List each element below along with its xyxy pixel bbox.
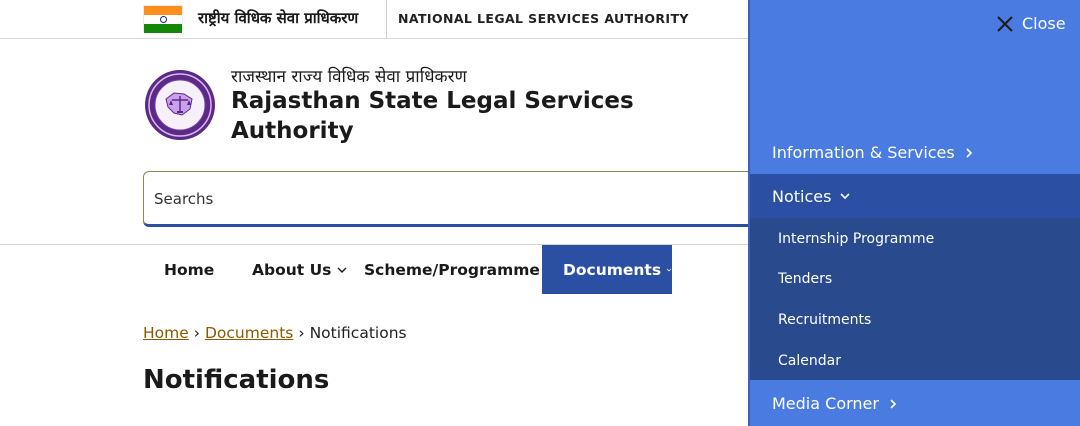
side-menu-panel: Close Information & Services Notices Int… — [748, 0, 1080, 426]
divider — [386, 0, 387, 39]
chevron-right-icon — [966, 147, 972, 158]
breadcrumb-documents-link[interactable]: Documents — [205, 324, 293, 342]
submenu-item-tenders[interactable]: Tenders — [750, 258, 1080, 299]
rslsa-seal-icon[interactable] — [144, 69, 216, 141]
close-button[interactable]: Close — [996, 14, 1066, 33]
notices-submenu: Internship Programme Tenders Recruitment… — [750, 218, 1080, 380]
chevron-down-icon — [337, 267, 347, 273]
submenu-item-label: Calendar — [778, 352, 841, 369]
nav-about-label: About Us — [252, 260, 332, 279]
close-icon — [997, 15, 1013, 32]
search-input[interactable] — [154, 186, 734, 212]
nalsa-english-name[interactable]: NATIONAL LEGAL SERVICES AUTHORITY — [398, 11, 689, 26]
nav-about-us[interactable]: About Us — [252, 245, 348, 294]
submenu-item-recruitments[interactable]: Recruitments — [750, 299, 1080, 340]
chevron-down-icon — [840, 193, 851, 200]
menu-item-notices[interactable]: Notices — [750, 174, 1080, 218]
submenu-item-label: Tenders — [778, 270, 833, 287]
nav-scheme-label: Scheme/Programme — [364, 260, 540, 279]
submenu-item-calendar[interactable]: Calendar — [750, 340, 1080, 381]
submenu-item-label: Recruitments — [778, 311, 872, 328]
site-hindi-name: राजस्थान राज्य विधिक सेवा प्राधिकरण — [231, 67, 467, 87]
chevron-down-icon — [666, 268, 672, 272]
submenu-item-label: Internship Programme — [778, 230, 935, 247]
menu-item-information-services[interactable]: Information & Services — [750, 131, 1080, 174]
nalsa-hindi-name[interactable]: राष्ट्रीय विधिक सेवा प्राधिकरण — [198, 8, 358, 28]
search-box — [143, 171, 763, 227]
breadcrumb-separator: › — [298, 324, 305, 342]
breadcrumb-separator: › — [193, 324, 200, 342]
nav-home-label: Home — [164, 260, 215, 279]
breadcrumb: Home › Documents › Notifications — [143, 324, 407, 342]
menu-item-label: Notices — [772, 186, 832, 206]
nav-documents-label: Documents — [563, 260, 662, 279]
submenu-item-internship[interactable]: Internship Programme — [750, 218, 1080, 259]
breadcrumb-current: Notifications — [309, 324, 407, 342]
top-strip: राष्ट्रीय विधिक सेवा प्राधिकरण NATIONAL … — [0, 0, 750, 39]
chevron-right-icon — [890, 398, 897, 409]
breadcrumb-home-link[interactable]: Home — [143, 324, 189, 342]
india-flag-icon — [143, 5, 183, 33]
menu-item-label: Media Corner — [772, 394, 879, 413]
menu-item-media-corner[interactable]: Media Corner — [750, 381, 1080, 426]
nav-home[interactable]: Home — [164, 245, 214, 294]
nav-scheme-programme[interactable]: Scheme/Programme — [364, 245, 557, 294]
page-title: Notifications — [143, 365, 330, 395]
site-title[interactable]: Rajasthan State Legal Services Authority — [231, 86, 651, 146]
nav-documents[interactable]: Documents — [542, 245, 672, 294]
menu-item-label: Information & Services — [772, 143, 955, 162]
close-label: Close — [1022, 14, 1066, 33]
